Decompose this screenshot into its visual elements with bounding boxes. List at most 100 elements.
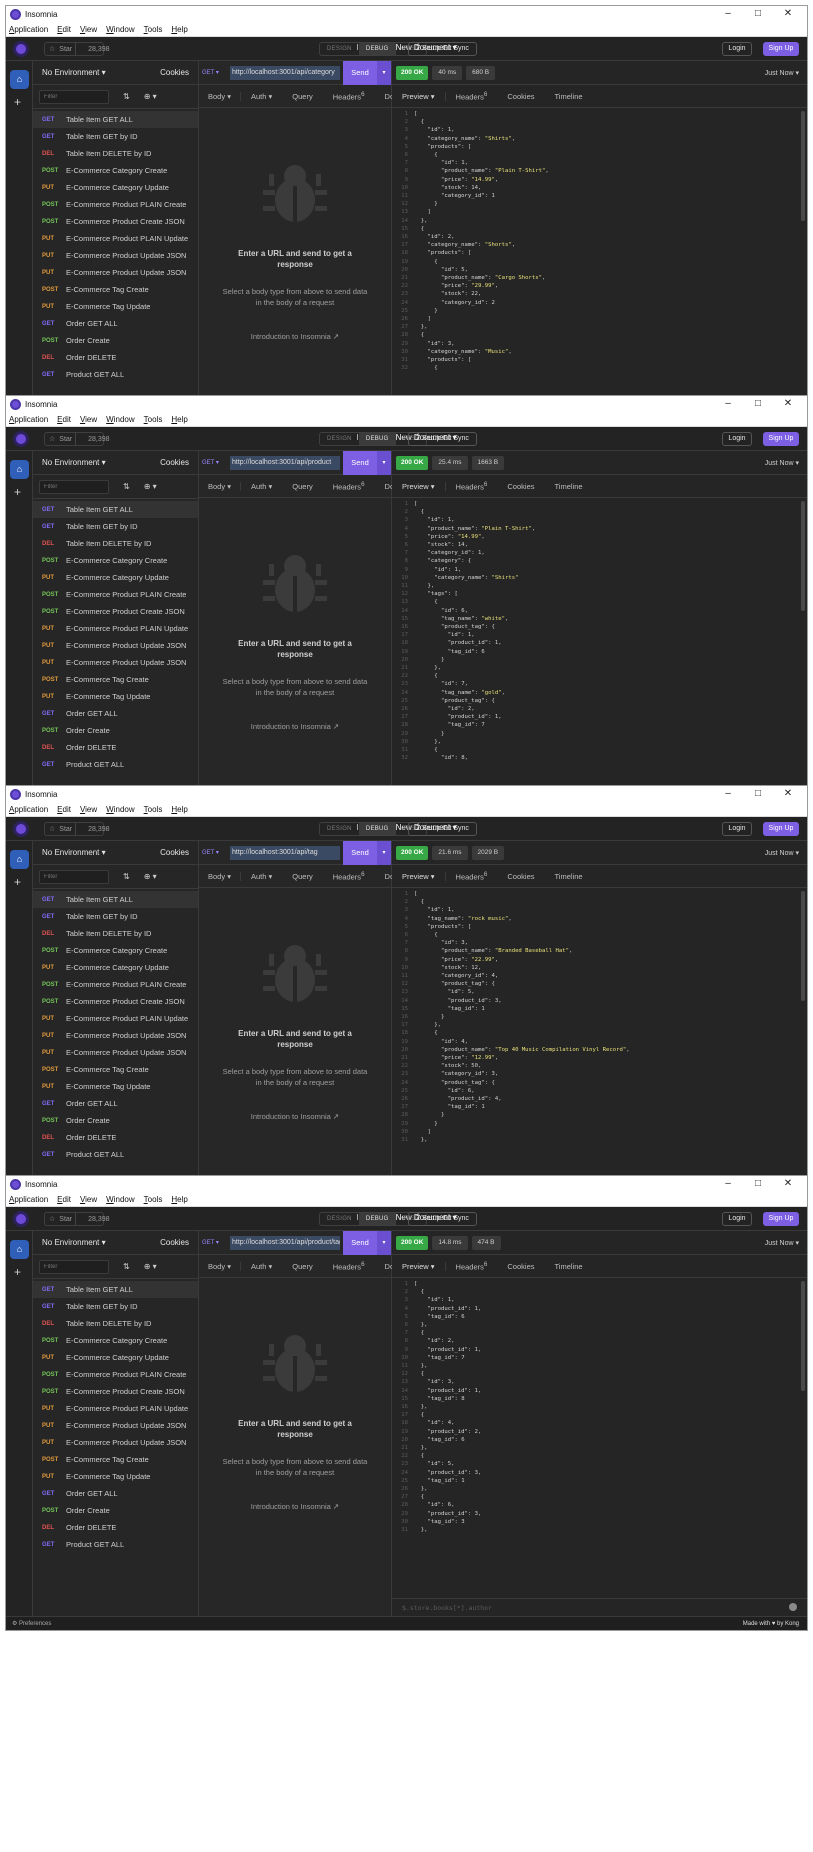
request-item[interactable]: GET Table Item GET by ID [33, 128, 198, 145]
request-item[interactable]: GET Product GET ALL [33, 756, 198, 773]
tab-timeline[interactable]: Timeline [545, 1262, 593, 1271]
cookies-button[interactable]: Cookies [160, 458, 189, 467]
request-item[interactable]: GET Order GET ALL [33, 315, 198, 332]
tab-preview[interactable]: Preview ▾ [392, 1261, 446, 1271]
request-item[interactable]: DEL Table Item DELETE by ID [33, 535, 198, 552]
request-item[interactable]: PUT E-Commerce Product Update JSON [33, 1434, 198, 1451]
home-icon[interactable]: ⌂ [10, 1240, 29, 1259]
setup-git-sync-button[interactable]: Ẑ Setup Git Sync [408, 432, 477, 446]
minimize-icon[interactable]: – [713, 786, 743, 803]
tab-debug[interactable]: DEBUG [358, 433, 396, 445]
request-item[interactable]: POST E-Commerce Tag Create [33, 671, 198, 688]
filter-input[interactable] [39, 1259, 109, 1274]
github-star-button[interactable]: ☆ Star 28,398 [44, 822, 110, 836]
maximize-icon[interactable]: □ [743, 6, 773, 23]
menu-tools[interactable]: Tools [144, 415, 163, 424]
add-request-icon[interactable]: ⊕ ▾ [144, 482, 157, 491]
request-item[interactable]: POST E-Commerce Category Create [33, 942, 198, 959]
tab-res-cookies[interactable]: Cookies [497, 92, 544, 101]
scrollbar[interactable] [801, 891, 805, 1001]
chevron-down-icon[interactable]: ▾ [377, 450, 391, 475]
menu-window[interactable]: Window [106, 25, 134, 34]
history-dropdown[interactable]: Just Now ▾ [765, 69, 799, 77]
tab-res-headers[interactable]: Headers6 [446, 871, 498, 882]
request-item[interactable]: PUT E-Commerce Tag Update [33, 1078, 198, 1095]
setup-git-sync-button[interactable]: Ẑ Setup Git Sync [408, 822, 477, 836]
signup-button[interactable]: Sign Up [763, 432, 799, 446]
maximize-icon[interactable]: □ [743, 396, 773, 413]
request-item[interactable]: PUT E-Commerce Product PLAIN Update [33, 620, 198, 637]
close-icon[interactable]: ✕ [773, 6, 803, 23]
menu-application[interactable]: Application [9, 1195, 48, 1204]
tab-body[interactable]: Body ▾ [199, 1261, 241, 1271]
request-item[interactable]: POST E-Commerce Product PLAIN Create [33, 586, 198, 603]
scrollbar[interactable] [801, 111, 805, 221]
tab-debug[interactable]: DEBUG [358, 43, 396, 55]
login-button[interactable]: Login [722, 42, 752, 56]
request-item[interactable]: POST E-Commerce Product PLAIN Create [33, 196, 198, 213]
request-item[interactable]: PUT E-Commerce Product PLAIN Update [33, 1010, 198, 1027]
url-input[interactable]: http://localhost:3001/api/product/tag [230, 1235, 340, 1250]
menu-window[interactable]: Window [106, 415, 134, 424]
signup-button[interactable]: Sign Up [763, 1212, 799, 1226]
request-item[interactable]: GET Table Item GET ALL [33, 891, 198, 908]
request-item[interactable]: GET Order GET ALL [33, 1095, 198, 1112]
request-item[interactable]: POST E-Commerce Tag Create [33, 1061, 198, 1078]
sort-icon[interactable]: ⇅ [123, 92, 130, 101]
request-item[interactable]: GET Product GET ALL [33, 1146, 198, 1163]
tab-auth[interactable]: Auth ▾ [241, 92, 282, 101]
tab-timeline[interactable]: Timeline [545, 482, 593, 491]
request-item[interactable]: PUT E-Commerce Tag Update [33, 1468, 198, 1485]
home-icon[interactable]: ⌂ [10, 850, 29, 869]
method-select[interactable]: GET ▾ [202, 849, 230, 856]
request-item[interactable]: GET Order GET ALL [33, 1485, 198, 1502]
insomnia-home-logo-icon[interactable] [13, 1211, 29, 1227]
menu-tools[interactable]: Tools [144, 25, 163, 34]
url-input[interactable]: http://localhost:3001/api/category [230, 65, 340, 80]
menu-view[interactable]: View [80, 25, 97, 34]
tab-design[interactable]: DESIGN [320, 433, 359, 445]
response-body[interactable]: 1[2 {3 "id": 1, 4 "product_name": "Plain … [392, 498, 799, 816]
request-item[interactable]: PUT E-Commerce Product Update JSON [33, 637, 198, 654]
request-item[interactable]: PUT E-Commerce Category Update [33, 179, 198, 196]
menu-tools[interactable]: Tools [144, 1195, 163, 1204]
send-button[interactable]: Send [343, 450, 377, 475]
request-item[interactable]: PUT E-Commerce Category Update [33, 959, 198, 976]
intro-link[interactable]: Introduction to Insomnia ↗ [199, 1502, 391, 1511]
tab-query[interactable]: Query [282, 872, 322, 881]
cookies-button[interactable]: Cookies [160, 68, 189, 77]
menu-application[interactable]: Application [9, 25, 48, 34]
tab-query[interactable]: Query [282, 1262, 322, 1271]
send-button[interactable]: Send [343, 1230, 377, 1255]
close-icon[interactable]: ✕ [773, 786, 803, 803]
response-body[interactable]: 1[2 {3 "id": 1, 4 "category_name": "Shirt… [392, 108, 799, 426]
home-icon[interactable]: ⌂ [10, 460, 29, 479]
tab-res-cookies[interactable]: Cookies [497, 872, 544, 881]
request-item[interactable]: DEL Table Item DELETE by ID [33, 1315, 198, 1332]
plus-icon[interactable]: + [14, 1265, 21, 1279]
setup-git-sync-button[interactable]: Ẑ Setup Git Sync [408, 1212, 477, 1226]
tab-body[interactable]: Body ▾ [199, 871, 241, 881]
tab-res-headers[interactable]: Headers6 [446, 91, 498, 102]
tab-headers[interactable]: Headers6 [323, 871, 375, 882]
method-select[interactable]: GET ▾ [202, 459, 230, 466]
request-item[interactable]: PUT E-Commerce Product Update JSON [33, 1044, 198, 1061]
sort-icon[interactable]: ⇅ [123, 872, 130, 881]
request-item[interactable]: POST E-Commerce Category Create [33, 552, 198, 569]
request-item[interactable]: POST E-Commerce Tag Create [33, 281, 198, 298]
tab-preview[interactable]: Preview ▾ [392, 91, 446, 101]
add-request-icon[interactable]: ⊕ ▾ [144, 1262, 157, 1271]
maximize-icon[interactable]: □ [743, 1176, 773, 1193]
menu-help[interactable]: Help [171, 1195, 187, 1204]
chevron-down-icon[interactable]: ▾ [377, 840, 391, 865]
send-button[interactable]: Send [343, 60, 377, 85]
plus-icon[interactable]: + [14, 485, 21, 499]
request-item[interactable]: POST Order Create [33, 1502, 198, 1519]
tab-res-headers[interactable]: Headers6 [446, 481, 498, 492]
maximize-icon[interactable]: □ [743, 786, 773, 803]
insomnia-home-logo-icon[interactable] [13, 431, 29, 447]
request-item[interactable]: POST E-Commerce Tag Create [33, 1451, 198, 1468]
menu-view[interactable]: View [80, 1195, 97, 1204]
menu-window[interactable]: Window [106, 805, 134, 814]
tab-preview[interactable]: Preview ▾ [392, 871, 446, 881]
